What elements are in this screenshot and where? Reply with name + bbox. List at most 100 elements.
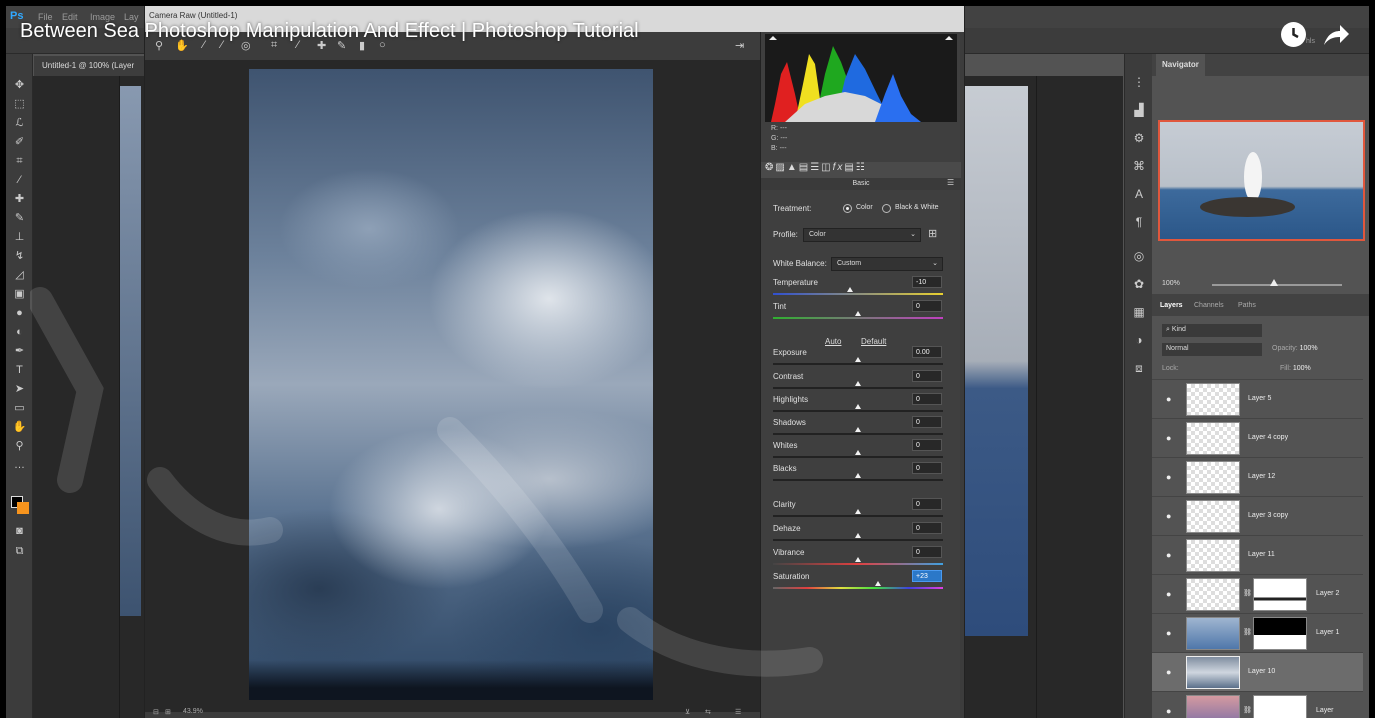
visibility-eye-icon[interactable]: ● xyxy=(1166,706,1171,716)
tab-channels[interactable]: Channels xyxy=(1194,302,1224,309)
visibility-eye-icon[interactable]: ● xyxy=(1166,472,1171,482)
slider-thumb[interactable] xyxy=(874,581,881,586)
layer-name[interactable]: Layer xyxy=(1316,707,1334,714)
pen-tool-icon[interactable]: ✒ xyxy=(6,342,33,361)
blend-mode-select[interactable]: Normal xyxy=(1162,343,1262,356)
layer-row-selected[interactable]: ● Layer 10 xyxy=(1152,652,1363,691)
color-icon[interactable]: ◑ xyxy=(1125,326,1153,354)
detail-tab-icon[interactable]: ▲ xyxy=(787,162,799,173)
visibility-eye-icon[interactable]: ● xyxy=(1166,433,1171,443)
slider-track[interactable] xyxy=(773,473,943,481)
layer-filter-kind[interactable]: ⌕ Kind xyxy=(1162,324,1262,337)
slider-thumb[interactable] xyxy=(855,311,861,316)
hsl-tab-icon[interactable]: ▤ xyxy=(799,162,810,173)
slider-value-input[interactable]: +23 xyxy=(912,570,942,582)
type-tool-icon[interactable]: T xyxy=(6,361,33,380)
history-brush-tool-icon[interactable]: ↯ xyxy=(6,247,33,266)
layer-row[interactable]: ● ⛓ Layer 2 xyxy=(1152,574,1363,613)
histogram-icon[interactable]: ▟ xyxy=(1125,96,1153,124)
slider-thumb[interactable] xyxy=(855,357,861,362)
paragraph-icon[interactable]: ¶ xyxy=(1125,208,1153,236)
visibility-eye-icon[interactable]: ● xyxy=(1166,511,1171,521)
actions-icon[interactable]: ⧈ xyxy=(1125,354,1153,382)
brush-tool-icon[interactable]: ✎ xyxy=(6,209,33,228)
slider-value-input[interactable]: -10 xyxy=(912,276,942,288)
slider-thumb[interactable] xyxy=(855,450,861,455)
panel-menu-icon[interactable]: ☰ xyxy=(947,178,954,187)
calibration-tab-icon[interactable]: ▤ xyxy=(844,162,855,173)
slider-value-input[interactable]: 0.00 xyxy=(912,346,942,358)
tab-layers[interactable]: Layers xyxy=(1160,302,1183,309)
auto-link[interactable]: Auto xyxy=(825,337,841,346)
path-select-tool-icon[interactable]: ➤ xyxy=(6,380,33,399)
swatches-icon[interactable]: ▦ xyxy=(1125,298,1153,326)
shape-tool-icon[interactable]: ▭ xyxy=(6,399,33,418)
visibility-eye-icon[interactable]: ● xyxy=(1166,628,1171,638)
split-toning-tab-icon[interactable]: ☰ xyxy=(810,162,821,173)
marquee-tool-icon[interactable]: ⬚ xyxy=(6,95,33,114)
before-after-icon[interactable]: ⇆ xyxy=(705,708,711,716)
eyedropper-tool-icon[interactable]: ⁄ xyxy=(6,171,33,190)
layer-row[interactable]: ● Layer 3 copy xyxy=(1152,496,1363,535)
visibility-eye-icon[interactable]: ● xyxy=(1166,589,1171,599)
stamp-tool-icon[interactable]: ⊥ xyxy=(6,228,33,247)
slider-value-input[interactable]: 0 xyxy=(912,370,942,382)
layer-mask-thumbnail[interactable] xyxy=(1253,617,1307,650)
layer-row[interactable]: ● ⛓ Layer xyxy=(1152,691,1363,718)
slider-thumb[interactable] xyxy=(1270,279,1278,286)
zoom-level[interactable]: 43.9% xyxy=(183,708,203,715)
more-tools-icon[interactable]: … xyxy=(6,456,33,475)
view-toggle-icon[interactable]: ⊻ xyxy=(685,708,690,716)
slider-value-input[interactable]: 0 xyxy=(912,546,942,558)
slider-thumb[interactable] xyxy=(855,557,861,562)
dodge-tool-icon[interactable]: ◐ xyxy=(6,323,33,342)
move-tool-icon[interactable]: ✥ xyxy=(6,76,33,95)
slider-track[interactable] xyxy=(773,581,943,589)
libraries-icon[interactable]: ◎ xyxy=(1125,242,1153,270)
fill-control[interactable]: Fill: 100% xyxy=(1280,365,1311,372)
slider-thumb[interactable] xyxy=(855,427,861,432)
layer-name[interactable]: Layer 3 copy xyxy=(1248,512,1288,519)
slider-track[interactable] xyxy=(773,450,943,458)
history-icon[interactable]: ⋮ xyxy=(1125,68,1153,96)
white-balance-select[interactable]: Custom ⌄ xyxy=(831,257,943,271)
character-icon[interactable]: A xyxy=(1125,180,1153,208)
layer-row[interactable]: ● Layer 12 xyxy=(1152,457,1363,496)
properties-icon[interactable]: ⌘ xyxy=(1125,152,1153,180)
crop-tool-icon[interactable]: ⌗ xyxy=(6,152,33,171)
slider-thumb[interactable] xyxy=(855,533,861,538)
visibility-eye-icon[interactable]: ● xyxy=(1166,550,1171,560)
slider-value-input[interactable]: 0 xyxy=(912,416,942,428)
healing-tool-icon[interactable]: ✚ xyxy=(6,190,33,209)
profile-select[interactable]: Color ⌄ xyxy=(803,228,921,242)
settings-icon[interactable]: ☰ xyxy=(735,708,741,716)
eraser-tool-icon[interactable]: ◿ xyxy=(6,266,33,285)
slider-track[interactable] xyxy=(773,427,943,435)
layer-name[interactable]: Layer 4 copy xyxy=(1248,434,1288,441)
hand-tool-icon[interactable]: ✋ xyxy=(6,418,33,437)
slider-thumb[interactable] xyxy=(855,473,861,478)
layer-row[interactable]: ● Layer 4 copy xyxy=(1152,418,1363,457)
navigator-zoom-value[interactable]: 100% xyxy=(1162,280,1180,287)
opacity-control[interactable]: Opacity: 100% xyxy=(1272,345,1318,352)
zoom-in-icon[interactable]: ⊞ xyxy=(165,708,171,716)
layer-name[interactable]: Layer 11 xyxy=(1248,551,1275,558)
layer-name[interactable]: Layer 2 xyxy=(1316,590,1339,597)
lasso-tool-icon[interactable]: ℒ xyxy=(6,114,33,133)
slider-track[interactable] xyxy=(773,533,943,541)
layer-name[interactable]: Layer 5 xyxy=(1248,395,1271,402)
slider-track[interactable] xyxy=(773,509,943,517)
adjustments-icon[interactable]: ⚙ xyxy=(1125,124,1153,152)
slider-track[interactable] xyxy=(773,557,943,565)
slider-value-input[interactable]: 0 xyxy=(912,300,942,312)
tab-paths[interactable]: Paths xyxy=(1238,302,1256,309)
treatment-color-radio[interactable] xyxy=(843,204,852,213)
layer-mask-thumbnail[interactable] xyxy=(1253,578,1307,611)
fx-tab-icon[interactable]: fx xyxy=(833,162,845,173)
open-preferences-icon[interactable]: ⇥ xyxy=(735,39,744,52)
layer-name[interactable]: Layer 12 xyxy=(1248,473,1275,480)
sky-preview-image[interactable] xyxy=(249,69,653,700)
default-link[interactable]: Default xyxy=(861,337,886,346)
layer-row[interactable]: ● Layer 5 xyxy=(1152,379,1363,418)
gradient-tool-icon[interactable]: ▣ xyxy=(6,285,33,304)
